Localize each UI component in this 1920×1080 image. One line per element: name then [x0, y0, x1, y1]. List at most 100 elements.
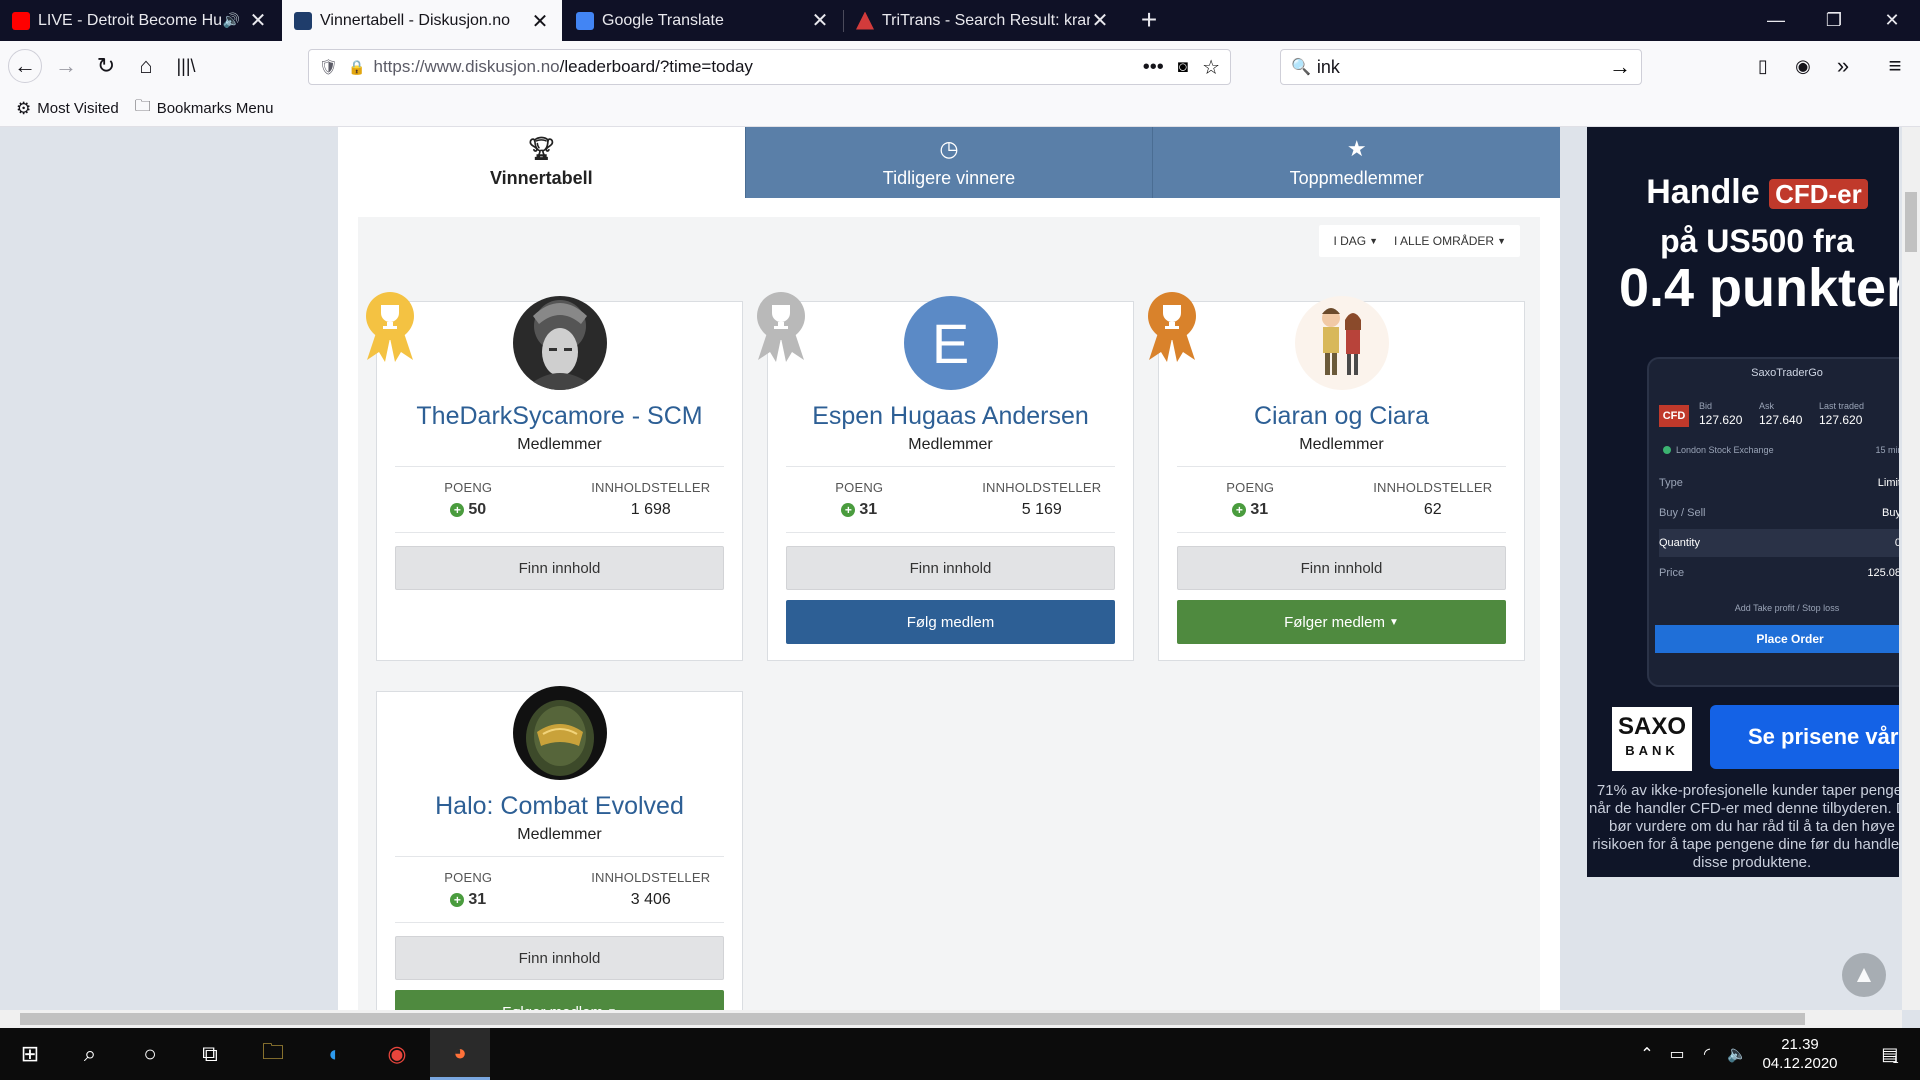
page-viewport: 🏆︎ Vinnertabell ◷ Tidligere vinnere ★ To…: [0, 127, 1902, 1010]
bookmark-most-visited[interactable]: ⚙ Most Visited: [16, 99, 119, 119]
vertical-scrollbar[interactable]: [1902, 127, 1920, 1010]
row-label: Price: [1659, 567, 1685, 579]
url-bar[interactable]: 🛡 🔒 https://www.diskusjon.no/leaderboard…: [308, 49, 1231, 85]
shield-icon[interactable]: 🛡: [319, 58, 338, 76]
close-icon[interactable]: ✕: [248, 8, 268, 33]
following-member-button[interactable]: Følger medlem▼: [395, 990, 724, 1010]
find-content-button[interactable]: Finn innhold: [1177, 546, 1506, 590]
order-row: Buy / Sell Buy: [1659, 499, 1899, 527]
find-content-button[interactable]: Finn innhold: [395, 546, 724, 590]
avatar[interactable]: E: [903, 296, 998, 390]
bookmark-menu[interactable]: 🗀 Bookmarks Menu: [135, 95, 274, 122]
search-go-icon[interactable]: →: [1609, 54, 1631, 80]
scrollbar-thumb[interactable]: [20, 1013, 1805, 1025]
avatar[interactable]: [1294, 296, 1389, 390]
forward-button[interactable]: →: [49, 49, 83, 83]
reload-button[interactable]: ↻: [89, 49, 123, 83]
caret-down-icon: ▼: [1369, 236, 1379, 246]
content-stat: INNHOLDSTELLER 1 698: [560, 480, 743, 519]
tab-tidligere-vinnere[interactable]: ◷ Tidligere vinnere: [744, 127, 1153, 198]
home-button[interactable]: ⌂: [129, 49, 163, 83]
cfd-tag: CFD: [1659, 405, 1689, 427]
quote-value: 127.620: [1819, 413, 1863, 427]
following-member-button[interactable]: Følger medlem▼: [1177, 600, 1506, 644]
url-text[interactable]: https://www.diskusjon.no/leaderboard/?ti…: [373, 57, 1142, 77]
battery-icon[interactable]: ▭: [1662, 1028, 1692, 1080]
search-bar[interactable]: 🔍 →: [1280, 49, 1642, 85]
file-explorer-icon[interactable]: 🗀: [243, 1028, 303, 1080]
back-button[interactable]: ←: [8, 49, 42, 83]
filter-label: I DAG: [1333, 234, 1367, 248]
member-name-link[interactable]: TheDarkSycamore - SCM: [377, 402, 742, 431]
content-value: 62: [1423, 501, 1442, 518]
find-content-button[interactable]: Finn innhold: [786, 546, 1115, 590]
tab-diskusjon[interactable]: Vinnertabell - Diskusjon.no ✕: [282, 0, 562, 42]
row-value: Buy: [1882, 507, 1899, 519]
time-filter[interactable]: I DAG ▼: [1333, 234, 1378, 248]
follow-member-button[interactable]: Følg medlem: [786, 600, 1115, 644]
lock-icon[interactable]: 🔒: [348, 59, 365, 76]
overflow-icon[interactable]: »: [1826, 49, 1860, 83]
close-icon[interactable]: ✕: [810, 8, 830, 33]
close-window-button[interactable]: ✕: [1863, 0, 1920, 41]
saxo-bank-logo: SAXO BANK: [1612, 707, 1692, 771]
chrome-icon[interactable]: ◉: [367, 1028, 427, 1080]
url-host: https://www.diskusjon.no: [373, 57, 560, 76]
edge-icon[interactable]: ◐: [305, 1028, 365, 1080]
member-name-link[interactable]: Halo: Combat Evolved: [377, 792, 742, 821]
speaker-icon[interactable]: 🔊: [223, 12, 240, 29]
stat-label: INNHOLDSTELLER: [982, 480, 1102, 495]
tab-youtube[interactable]: LIVE - Detroit Become Hu 🔊 ✕: [0, 0, 280, 41]
close-icon[interactable]: ✕: [1090, 8, 1110, 33]
row-value: Limit: [1877, 477, 1899, 489]
plus-icon: +: [450, 503, 465, 517]
library-icon[interactable]: |||\: [169, 49, 203, 83]
member-group: Medlemmer: [517, 436, 602, 453]
cortana-icon[interactable]: ○: [120, 1028, 180, 1080]
member-name-link[interactable]: Ciaran og Ciara: [1159, 402, 1524, 431]
tritrans-icon: [856, 11, 874, 30]
bookmark-star-icon[interactable]: ☆: [1202, 55, 1220, 80]
points-stat: POENG +31: [377, 870, 560, 909]
ad-headline-3: 0.4 punkter: [1618, 258, 1899, 318]
wifi-icon[interactable]: ◜: [1692, 1028, 1722, 1080]
minimize-button[interactable]: —: [1747, 0, 1805, 41]
close-icon[interactable]: ✕: [530, 9, 550, 34]
scrollbar-thumb[interactable]: [1905, 192, 1917, 252]
advertisement[interactable]: Handle CFD-er på US500 fra 0.4 punkter S…: [1587, 127, 1899, 877]
ad-cta-button[interactable]: Se prisene våre: [1710, 705, 1899, 769]
taskbar-clock[interactable]: 21.39 04.12.2020: [1755, 1035, 1845, 1073]
quote-value: 127.640: [1759, 413, 1803, 427]
horizontal-scrollbar[interactable]: [0, 1010, 1902, 1028]
scroll-to-top-button[interactable]: ▲: [1842, 953, 1886, 997]
search-icon[interactable]: ⌕: [60, 1028, 120, 1080]
volume-icon[interactable]: 🔈: [1722, 1028, 1752, 1080]
tab-google-translate[interactable]: Google Translate ✕: [564, 0, 842, 41]
member-name-link[interactable]: Espen Hugaas Andersen: [768, 402, 1133, 431]
find-content-button[interactable]: Finn innhold: [395, 936, 724, 980]
tab-toppmedlemmer[interactable]: ★ Toppmedlemmer: [1152, 127, 1561, 198]
pocket-icon[interactable]: ◙: [1178, 57, 1188, 77]
content-value: 3 406: [630, 891, 671, 908]
page-actions-icon[interactable]: •••: [1143, 56, 1164, 79]
menu-icon[interactable]: ≡: [1878, 49, 1912, 83]
firefox-icon[interactable]: ◕: [430, 1028, 490, 1080]
silver-award-icon: [757, 292, 805, 362]
new-tab-button[interactable]: +: [1132, 4, 1166, 36]
windows-start-icon[interactable]: ⊞: [0, 1028, 60, 1080]
chevron-up-icon[interactable]: ⌃: [1632, 1028, 1662, 1080]
account-icon[interactable]: ◉: [1786, 49, 1820, 83]
url-path: /leaderboard/?time=today: [559, 57, 753, 76]
logo-bottom: BANK: [1625, 743, 1679, 758]
notifications-icon[interactable]: ▤ 1: [1860, 1028, 1920, 1080]
area-filter[interactable]: I ALLE OMRÅDER ▼: [1394, 234, 1506, 248]
search-input[interactable]: [1316, 56, 1609, 78]
tab-vinnertabell[interactable]: 🏆︎ Vinnertabell: [338, 127, 745, 198]
sidebar-icon[interactable]: ▯: [1746, 49, 1780, 83]
content-stat: INNHOLDSTELLER 5 169: [951, 480, 1134, 519]
avatar[interactable]: [512, 296, 607, 390]
avatar[interactable]: [512, 686, 607, 780]
restore-button[interactable]: ❐: [1805, 0, 1863, 41]
tab-tritrans[interactable]: TriTrans - Search Result: krangle ✕: [844, 0, 1122, 41]
task-view-icon[interactable]: ⧉: [180, 1028, 240, 1080]
